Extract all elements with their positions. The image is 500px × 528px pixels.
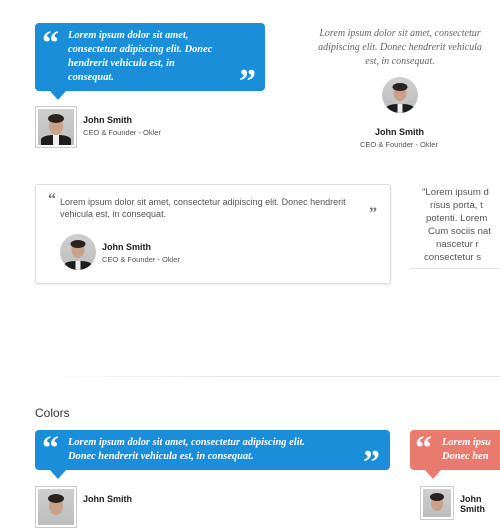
open-quote-icon: “ (42, 430, 59, 467)
bubble-arrow (50, 91, 66, 100)
testimonial-text: "Lorem ipsum d risus porta, t potenti. L… (422, 187, 491, 263)
testimonial-text: Lorem ipsum dolor sit amet, consectetur … (60, 197, 346, 219)
avatar (382, 77, 418, 113)
testimonial-text: Lorem ipsum dolor sit amet, consectetur … (68, 30, 213, 83)
author-name: John Smith (375, 127, 424, 137)
avatar (60, 234, 96, 270)
divider (410, 268, 500, 269)
testimonial-text: Lorem ipsu Donec hen (442, 437, 491, 462)
close-quote-icon: ” (239, 63, 256, 100)
avatar (420, 486, 454, 520)
author-name: John Smith (83, 494, 132, 504)
close-quote-icon: ” (363, 444, 380, 481)
open-quote-icon: “ (42, 25, 59, 62)
testimonial-text: Lorem ipsum dolor sit amet, consectetur … (68, 437, 305, 462)
author-name: John Smith (102, 242, 151, 252)
testimonial-bubble-red: “ Lorem ipsu Donec hen (410, 430, 500, 470)
testimonial-bubble-blue: “ Lorem ipsum dolor sit amet, consectetu… (35, 23, 265, 99)
testimonial-card: “ Lorem ipsum dolor sit amet, consectetu… (35, 184, 391, 284)
author-name: John Smith (83, 115, 132, 125)
bubble-arrow (425, 470, 441, 479)
section-title: Colors (35, 406, 70, 420)
bubble-arrow (50, 470, 66, 479)
avatar (35, 486, 77, 528)
testimonial-text: Lorem ipsum dolor sit amet, consectetur … (318, 28, 482, 67)
author-role: CEO & Founder - Okler (102, 255, 180, 264)
testimonial-bubble-blue: “ Lorem ipsum dolor sit amet, consectetu… (35, 430, 390, 480)
author-name: John Smith (460, 494, 486, 514)
author-role: CEO & Founder - Okler (360, 140, 438, 149)
close-quote-icon: ” (369, 205, 377, 222)
open-quote-icon: “ (48, 191, 56, 208)
section-divider (35, 376, 500, 377)
open-quote-icon: “ (415, 430, 432, 467)
avatar (35, 106, 77, 148)
author-role: CEO & Founder - Okler (83, 128, 161, 137)
